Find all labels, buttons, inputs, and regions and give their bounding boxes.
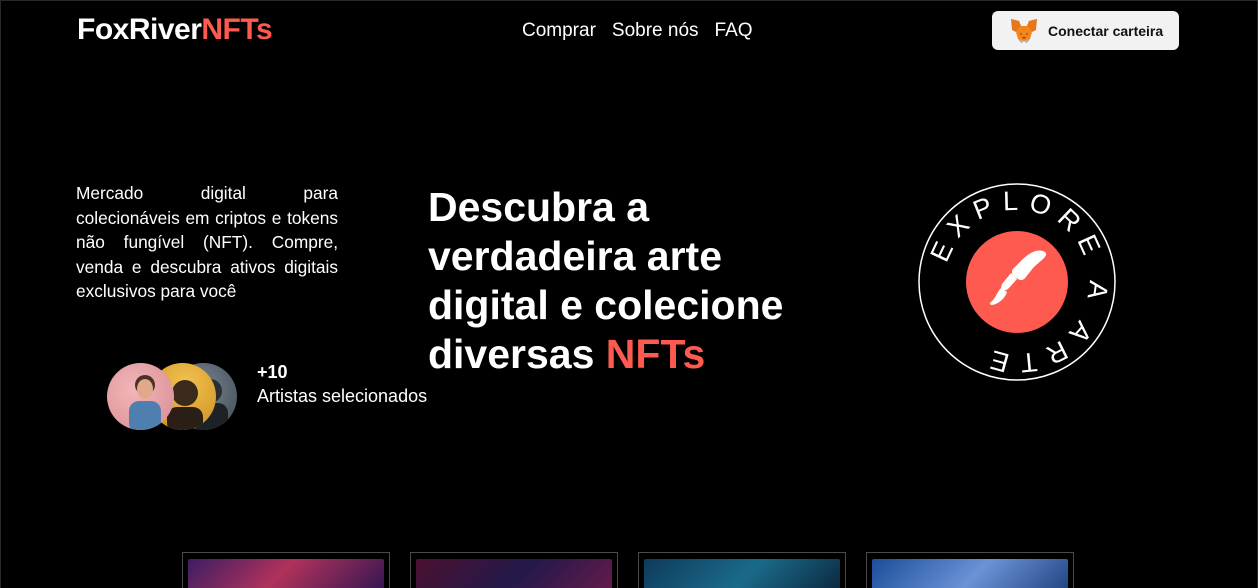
main-nav: Comprar Sobre nós FAQ — [522, 20, 753, 42]
nav-link-comprar[interactable]: Comprar — [522, 20, 596, 42]
nft-card[interactable] — [410, 552, 618, 588]
artist-avatars — [107, 363, 237, 430]
nft-card[interactable] — [182, 552, 390, 588]
nft-card-image — [644, 559, 840, 588]
artists-stats: +10 Artistas selecionados — [257, 360, 427, 408]
hero-headline: Descubra a verdadeira arte digital e col… — [428, 183, 848, 379]
nft-card-image — [872, 559, 1068, 588]
hero-headline-accent: NFTs — [605, 331, 706, 377]
nft-card-image — [416, 559, 612, 588]
nft-card-image — [188, 559, 384, 588]
brand-logo[interactable]: FoxRiverNFTs — [77, 13, 273, 47]
brand-name-accent: NFTs — [201, 13, 273, 46]
metamask-fox-icon — [1011, 18, 1037, 43]
hero-description: Mercado digital para colecionáveis em cr… — [76, 183, 338, 302]
connect-wallet-label: Conectar carteira — [1048, 22, 1164, 39]
avatar — [107, 363, 174, 430]
nav-link-faq[interactable]: FAQ — [715, 20, 753, 42]
explore-art-badge[interactable]: EXPLORE A ARTE — [917, 182, 1117, 382]
nft-card[interactable] — [638, 552, 846, 588]
artists-label: Artistas selecionados — [257, 386, 428, 406]
connect-wallet-button[interactable]: Conectar carteira — [992, 11, 1179, 50]
nav-link-sobre-nos[interactable]: Sobre nós — [612, 20, 699, 42]
nft-card[interactable] — [866, 552, 1074, 588]
brand-name-main: FoxRiver — [77, 13, 202, 46]
artists-count: +10 — [257, 362, 288, 382]
